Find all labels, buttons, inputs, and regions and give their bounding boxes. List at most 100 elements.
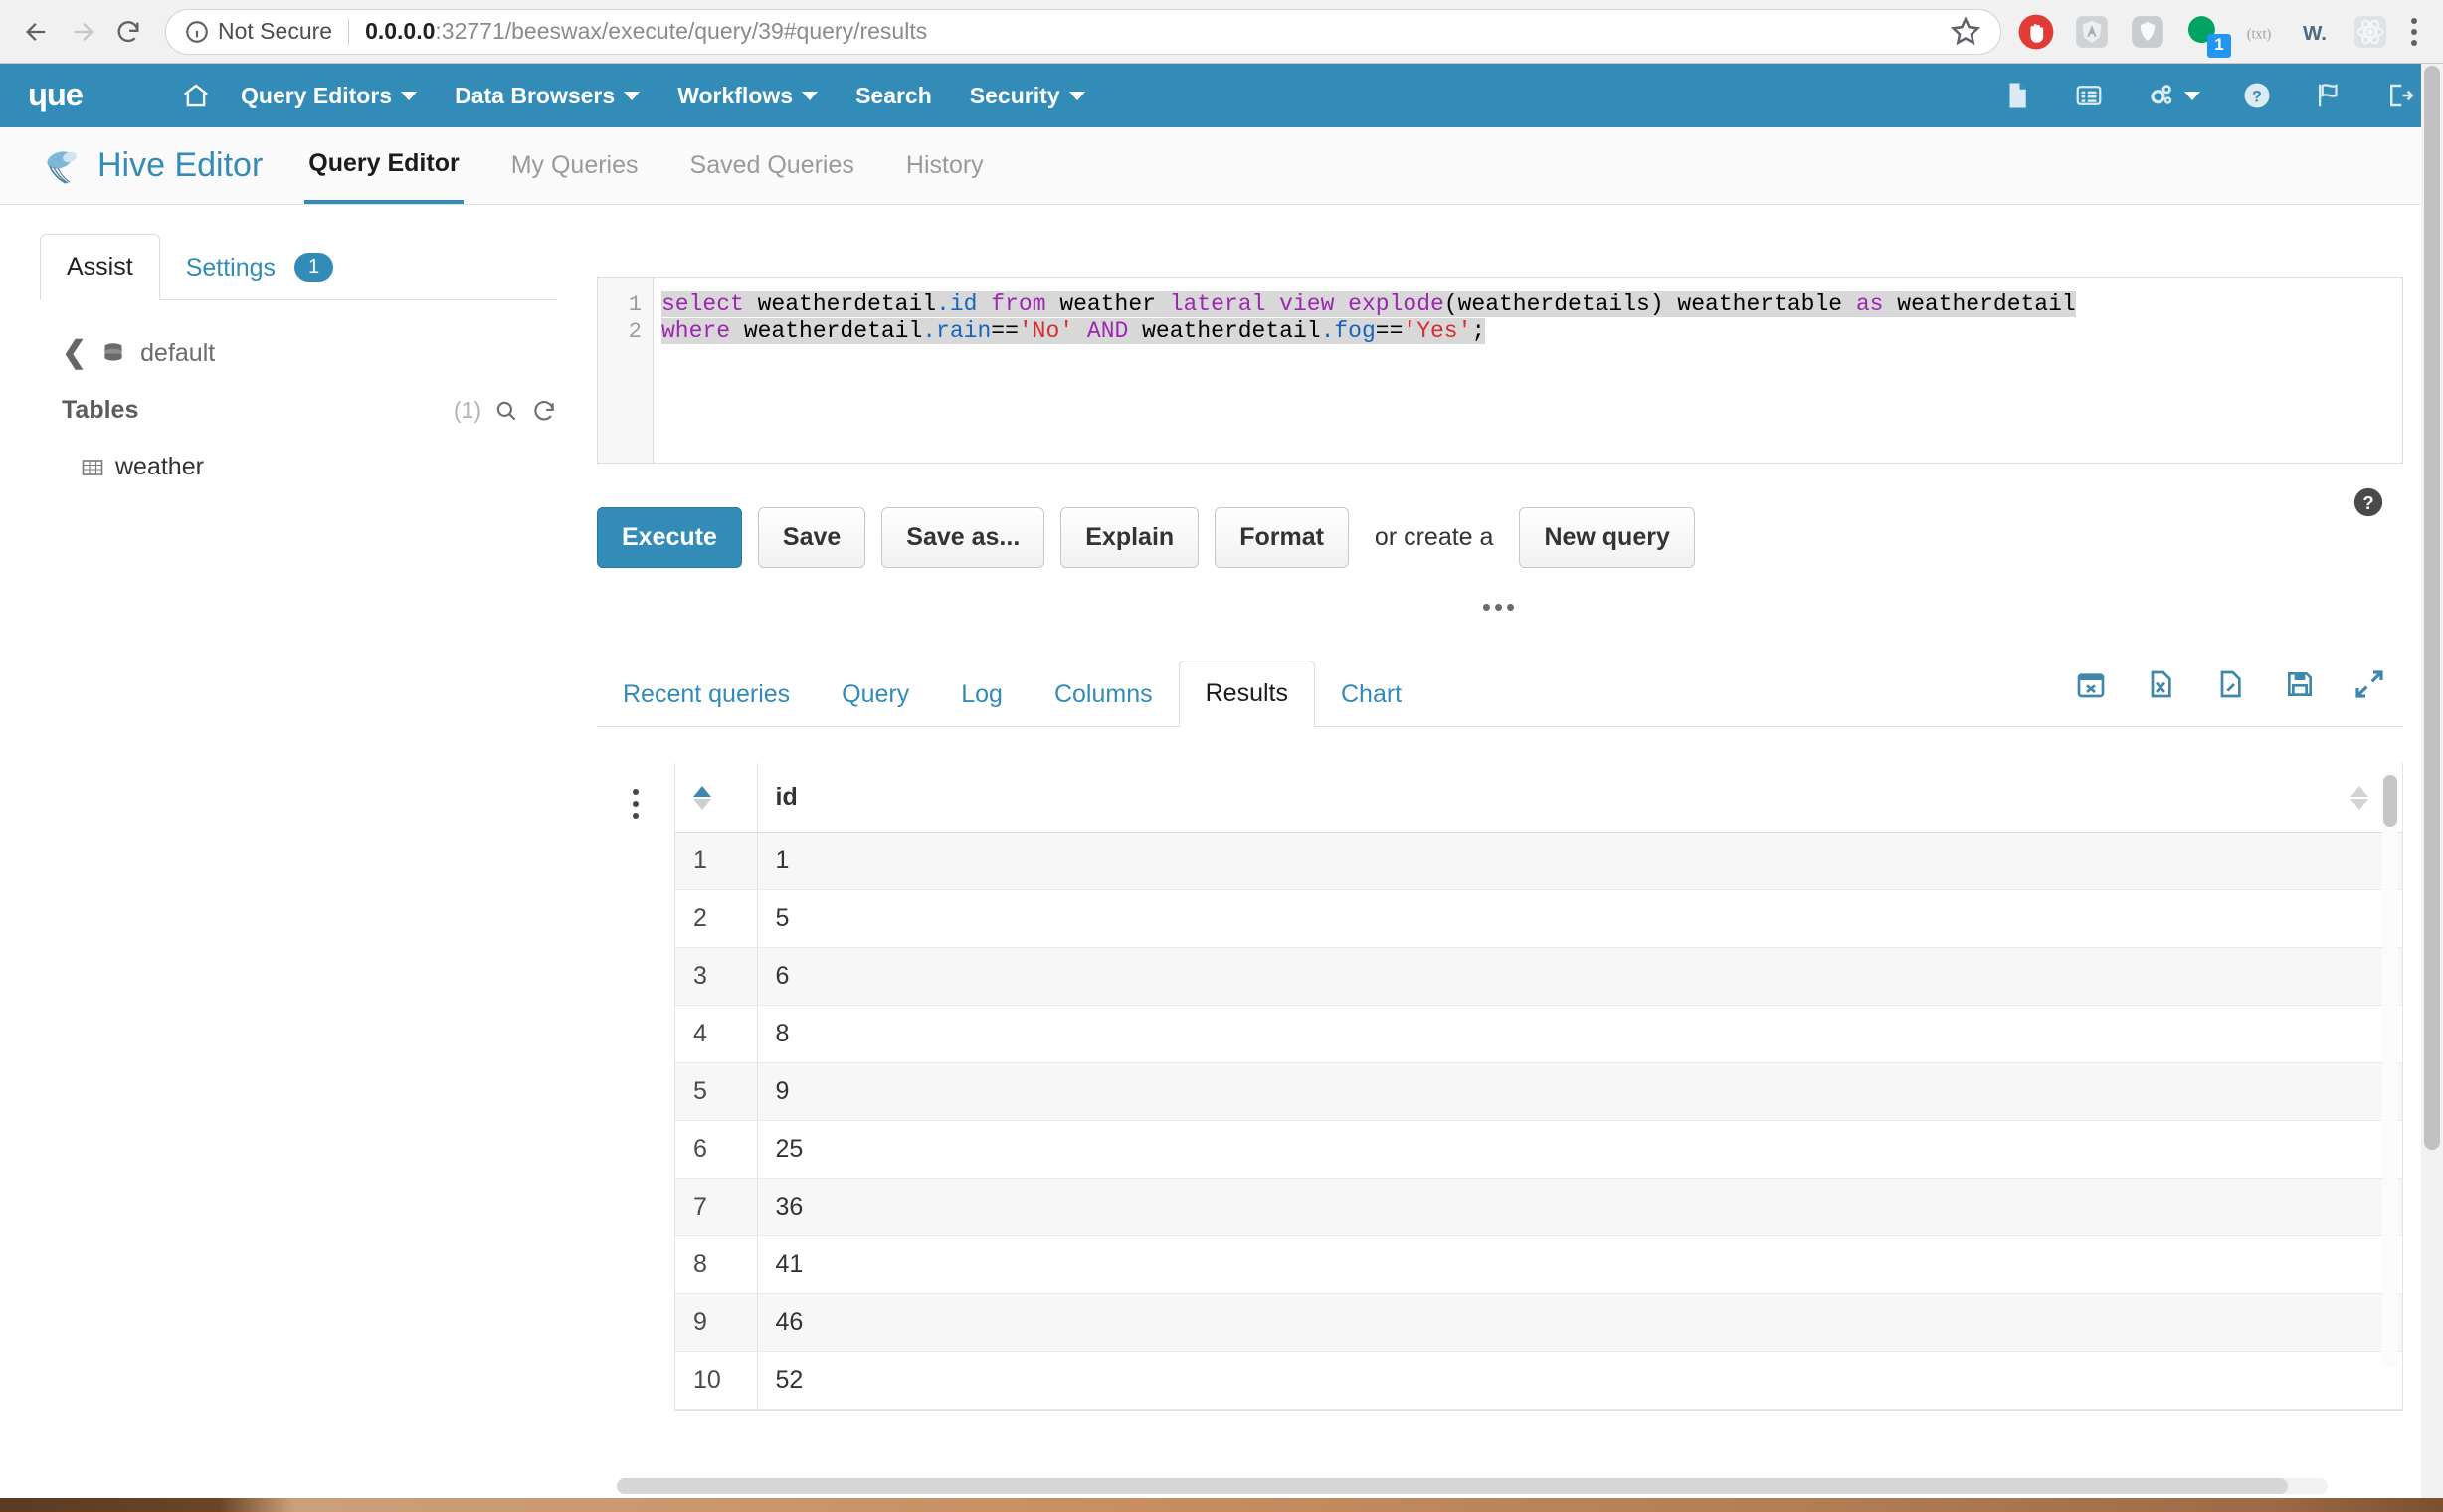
tab-label: Results <box>1205 679 1288 707</box>
green-circle-icon[interactable]: 1 <box>2184 13 2231 58</box>
table-row[interactable]: 48 <box>675 1005 2402 1063</box>
panel-resize-handle[interactable]: ••• <box>597 594 2403 620</box>
bookmark-star-icon[interactable] <box>1949 15 1982 49</box>
or-create-label: or create a <box>1374 523 1494 551</box>
forward-arrow-icon[interactable] <box>60 9 105 55</box>
text-extension-icon[interactable]: (txt) <box>2240 13 2278 51</box>
tab-history[interactable]: History <box>902 129 988 202</box>
chevron-left-icon[interactable]: ❮ <box>62 338 87 368</box>
sql-editor[interactable]: 1 2 select weatherdetail.id from weather… <box>597 277 2403 464</box>
format-button[interactable]: Format <box>1215 507 1349 568</box>
svg-text:(txt): (txt) <box>2247 26 2272 42</box>
help-circle-icon[interactable]: ? <box>2351 485 2385 519</box>
table-row[interactable]: 11 <box>675 832 2402 890</box>
wappalyzer-icon[interactable]: W. <box>2296 13 2334 51</box>
database-breadcrumb[interactable]: ❮ default <box>62 338 557 368</box>
angular-devtools-icon[interactable] <box>2073 13 2111 51</box>
sort-column-header[interactable] <box>675 763 758 833</box>
reload-icon[interactable] <box>105 9 151 55</box>
help-circle-icon[interactable]: ? <box>2242 81 2272 110</box>
tab-query-editor[interactable]: Query Editor <box>304 127 464 204</box>
table-row[interactable]: 7 36 <box>675 1178 2402 1236</box>
sort-arrows-icon[interactable] <box>693 786 711 811</box>
chevron-down-icon <box>624 91 641 100</box>
tab-settings[interactable]: Settings 1 <box>160 235 359 300</box>
table-row[interactable]: 9 46 <box>675 1293 2402 1352</box>
security-label: Not Secure <box>218 18 333 44</box>
execute-button[interactable]: Execute <box>597 507 742 568</box>
tab-assist[interactable]: Assist <box>40 234 160 300</box>
page-scrollbar[interactable] <box>2421 64 2443 1512</box>
hue-logo[interactable]: ɥue <box>28 77 147 114</box>
nav-label: Workflows <box>677 82 794 108</box>
tables-header: Tables (1) <box>62 396 557 425</box>
search-icon[interactable] <box>493 398 519 424</box>
expand-icon[interactable] <box>2353 668 2385 700</box>
tab-log[interactable]: Log <box>935 662 1029 727</box>
table-row[interactable]: 36 <box>675 947 2402 1006</box>
home-icon[interactable] <box>181 81 211 110</box>
table-row[interactable]: 8 41 <box>675 1235 2402 1294</box>
tab-my-queries[interactable]: My Queries <box>507 129 643 202</box>
explain-button[interactable]: Explain <box>1060 507 1200 568</box>
results-table-wrap: id 11 25 36 48 59 6 25 7 36 8 41 9 46 10… <box>597 763 2403 1411</box>
nav-data-browsers[interactable]: Data Browsers <box>455 83 641 109</box>
gears-icon[interactable] <box>2146 81 2200 110</box>
sort-arrows-icon[interactable] <box>2350 786 2368 811</box>
column-header-id[interactable]: id <box>757 763 2333 833</box>
back-arrow-icon[interactable] <box>14 9 60 55</box>
flag-icon[interactable] <box>2314 81 2344 110</box>
tab-chart[interactable]: Chart <box>1315 662 1427 727</box>
results-table-body: 11 25 36 48 59 6 25 7 36 8 41 9 46 10 52 <box>675 832 2402 1410</box>
table-row[interactable]: 6 25 <box>675 1120 2402 1179</box>
jobs-list-icon[interactable] <box>2074 81 2104 110</box>
tab-recent-queries[interactable]: Recent queries <box>597 662 816 727</box>
tab-saved-queries[interactable]: Saved Queries <box>686 129 858 202</box>
chrome-menu-icon[interactable] <box>2399 17 2429 46</box>
tab-results[interactable]: Results <box>1178 661 1315 727</box>
row-number: 1 <box>675 832 758 890</box>
row-number: 6 <box>675 1120 758 1179</box>
react-devtools-icon[interactable] <box>2351 13 2389 51</box>
document-icon[interactable] <box>2002 81 2032 110</box>
export-file-icon[interactable] <box>2214 668 2246 700</box>
sign-out-icon[interactable] <box>2385 81 2415 110</box>
row-number: 2 <box>675 889 758 948</box>
shield-icon[interactable] <box>2129 13 2166 51</box>
save-as-button[interactable]: Save as... <box>881 507 1045 568</box>
nav-workflows[interactable]: Workflows <box>677 82 819 109</box>
nav-query-editors[interactable]: Query Editors <box>241 83 418 109</box>
export-excel-icon[interactable] <box>2145 668 2176 700</box>
address-bar[interactable]: Not Secure 0.0.0.0:32771/beeswax/execute… <box>165 8 2001 55</box>
nav-search[interactable]: Search <box>855 83 932 109</box>
tab-columns[interactable]: Columns <box>1029 662 1179 727</box>
new-query-button[interactable]: New query <box>1519 507 1695 568</box>
save-results-icon[interactable] <box>2284 668 2316 700</box>
editor-actions: Execute Save Save as... Explain Format o… <box>597 507 2403 568</box>
line-number: 1 <box>628 292 642 317</box>
table-row[interactable]: 25 <box>675 889 2402 948</box>
row-options-icon[interactable] <box>597 763 674 1411</box>
export-actions <box>2075 668 2385 700</box>
tab-query[interactable]: Query <box>816 662 935 727</box>
table-item-weather[interactable]: weather <box>80 453 557 481</box>
refresh-icon[interactable] <box>531 398 557 424</box>
tab-label: Saved Queries <box>689 151 854 179</box>
results-vertical-scrollbar[interactable] <box>2382 771 2398 1368</box>
results-table: id 11 25 36 48 59 6 25 7 36 8 41 9 46 10… <box>675 763 2402 1410</box>
row-number: 3 <box>675 947 758 1006</box>
results-horizontal-scrollbar[interactable] <box>617 1478 2328 1494</box>
export-grid-icon[interactable] <box>2075 668 2107 700</box>
tab-label: Query Editor <box>308 149 460 177</box>
save-button[interactable]: Save <box>757 507 866 568</box>
table-row[interactable]: 59 <box>675 1062 2402 1121</box>
nav-security[interactable]: Security <box>970 83 1085 109</box>
adblock-icon[interactable] <box>2017 13 2055 51</box>
info-icon[interactable] <box>184 19 210 45</box>
row-number: 10 <box>675 1351 758 1410</box>
browser-toolbar: Not Secure 0.0.0.0:32771/beeswax/execute… <box>0 0 2443 64</box>
settings-badge: 1 <box>293 253 334 282</box>
extension-icons: 1 (txt) W. <box>2011 13 2389 58</box>
editor-code-area[interactable]: select weatherdetail.id from weather lat… <box>654 278 2402 463</box>
table-row[interactable]: 10 52 <box>675 1351 2402 1410</box>
